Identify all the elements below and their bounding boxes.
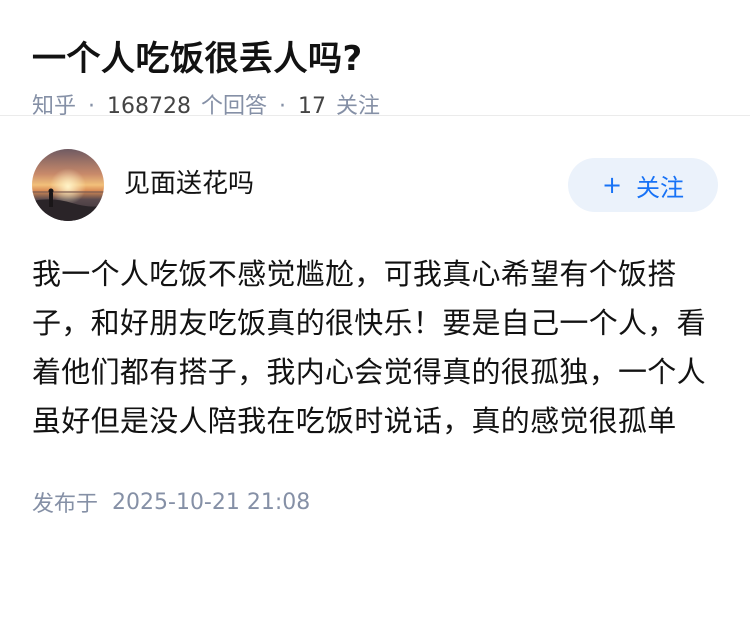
- author-row: 见面送花吗 + 关注: [32, 148, 718, 222]
- author-name[interactable]: 见面送花吗: [124, 163, 568, 200]
- follow-button[interactable]: + 关注: [568, 158, 718, 212]
- avatar[interactable]: [32, 149, 104, 221]
- answer-card: 见面送花吗 + 关注 我一个人吃饭不感觉尴尬，可我真心希望有个饭搭子，和好朋友吃…: [0, 148, 750, 518]
- question-header[interactable]: 一个人吃饭很丢人吗? 知乎 · 168728 个回答 · 17 关注: [0, 0, 750, 119]
- source-label: 知乎: [32, 94, 77, 119]
- plus-icon: +: [601, 171, 623, 199]
- meta-separator: ·: [279, 94, 287, 119]
- answer-content[interactable]: 我一个人吃饭不感觉尴尬，可我真心希望有个饭搭子，和好朋友吃饭真的很快乐！要是自己…: [32, 250, 708, 446]
- answer-count: 168728: [107, 94, 191, 119]
- question-meta: 知乎 · 168728 个回答 · 17 关注: [32, 92, 718, 122]
- publish-time: 2025-10-21 21:08: [112, 489, 311, 515]
- follow-count: 17: [298, 94, 327, 119]
- sunset-photo-icon: [32, 149, 104, 221]
- question-title[interactable]: 一个人吃饭很丢人吗?: [32, 36, 718, 82]
- page: 一个人吃饭很丢人吗? 知乎 · 168728 个回答 · 17 关注 见面送花吗…: [0, 0, 750, 626]
- publish-info: 发布于 2025-10-21 21:08: [32, 486, 718, 518]
- follow-count-label: 关注: [336, 94, 381, 119]
- publish-label: 发布于: [32, 492, 99, 517]
- follow-button-label: 关注: [636, 173, 685, 202]
- meta-separator: ·: [88, 94, 96, 119]
- answer-count-label: 个回答: [201, 94, 268, 119]
